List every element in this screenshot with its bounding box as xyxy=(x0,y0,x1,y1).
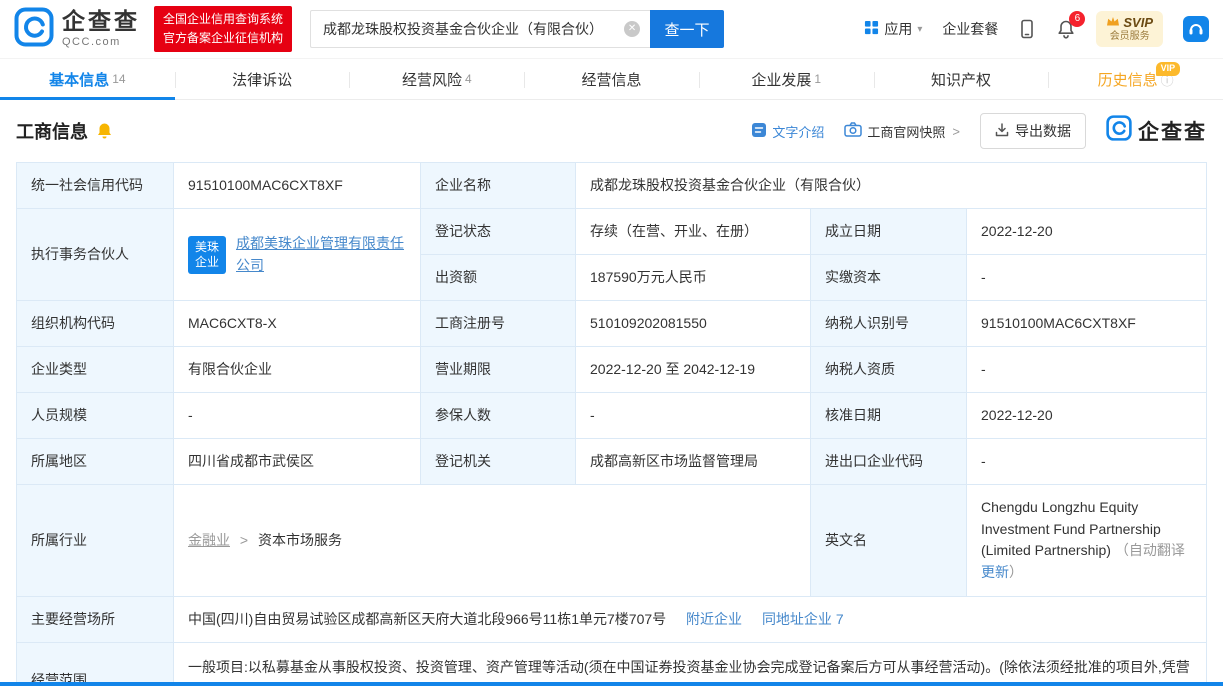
text-intro-link[interactable]: 文字介绍 xyxy=(751,122,824,141)
value-subscribed-capital: 187590万元人民币 xyxy=(576,255,811,301)
value-registration-status: 存续（在营、开业、在册） xyxy=(576,209,811,255)
label-executive-partner: 执行事务合伙人 xyxy=(17,209,174,301)
label-business-scope: 经营范围 xyxy=(17,643,174,686)
section-title: 工商信息 xyxy=(16,118,88,144)
search-bar: ✕ 查一下 xyxy=(310,10,724,48)
download-icon xyxy=(995,123,1009,140)
mobile-app-icon[interactable] xyxy=(1018,19,1036,39)
value-paid-capital: - xyxy=(967,255,1207,301)
value-company-type: 有限合伙企业 xyxy=(174,347,421,393)
business-info-table: 统一社会信用代码 91510100MAC6CXT8XF 企业名称 成都龙珠股权投… xyxy=(16,162,1207,686)
enterprise-package-link[interactable]: 企业套餐 xyxy=(942,19,998,39)
value-business-scope: 一般项目:以私募基金从事股权投资、投资管理、资产管理等活动(须在中国证券投资基金… xyxy=(174,643,1207,686)
label-industry: 所属行业 xyxy=(17,485,174,597)
clear-search-icon[interactable]: ✕ xyxy=(624,21,640,37)
tab-legal-litigation[interactable]: 法律诉讼 xyxy=(175,59,350,99)
vip-badge: VIP xyxy=(1156,62,1181,76)
value-business-address: 中国(四川)自由贸易试验区成都高新区天府大道北段966号11栋1单元7楼707号… xyxy=(174,597,1207,644)
value-credit-code: 91510100MAC6CXT8XF xyxy=(174,163,421,209)
label-registration-no: 工商注册号 xyxy=(421,301,576,347)
value-staff-size: - xyxy=(174,393,421,439)
label-registration-authority: 登记机关 xyxy=(421,439,576,485)
label-insured-count: 参保人数 xyxy=(421,393,576,439)
label-credit-code: 统一社会信用代码 xyxy=(17,163,174,209)
label-registration-status: 登记状态 xyxy=(421,209,576,255)
notifications-bell-icon[interactable]: 6 xyxy=(1056,19,1076,39)
label-business-address: 主要经营场所 xyxy=(17,597,174,644)
industry-category-link[interactable]: 金融业 xyxy=(188,532,230,548)
label-paid-capital: 实缴资本 xyxy=(811,255,967,301)
label-import-export-code: 进出口企业代码 xyxy=(811,439,967,485)
value-english-name: Chengdu Longzhu Equity Investment Fund P… xyxy=(967,485,1207,597)
tab-intellectual-property[interactable]: 知识产权 xyxy=(874,59,1049,99)
partner-company-link[interactable]: 成都美珠企业管理有限责任公司 xyxy=(236,233,406,276)
apps-menu[interactable]: 应用 ▾ xyxy=(864,19,922,39)
value-registration-no: 510109202081550 xyxy=(576,301,811,347)
apps-grid-icon xyxy=(864,20,879,38)
value-import-export-code: - xyxy=(967,439,1207,485)
label-staff-size: 人员规模 xyxy=(17,393,174,439)
tab-basic-info[interactable]: 基本信息 14 xyxy=(0,59,175,99)
nearby-companies-link[interactable]: 附近企业 xyxy=(686,611,742,627)
label-company-name: 企业名称 xyxy=(421,163,576,209)
svip-membership-badge[interactable]: SVIP 会员服务 xyxy=(1096,11,1163,48)
customer-service-icon[interactable] xyxy=(1183,16,1209,42)
value-org-code: MAC6CXT8-X xyxy=(174,301,421,347)
value-established-date: 2022-12-20 xyxy=(967,209,1207,255)
section-toolbar: 工商信息 文字介绍 工商官网快照 > 导出数据 企查查 xyxy=(0,100,1223,162)
value-insured-count: - xyxy=(576,393,811,439)
chevron-down-icon: ▾ xyxy=(917,24,922,35)
value-taxpayer-quality: - xyxy=(967,347,1207,393)
export-data-button[interactable]: 导出数据 xyxy=(980,113,1086,149)
brand-name: 企查查 xyxy=(62,10,140,33)
value-business-term: 2022-12-20 至 2042-12-19 xyxy=(576,347,811,393)
camera-icon xyxy=(844,122,862,140)
translation-update-link[interactable]: 更新 xyxy=(981,564,1009,580)
qcc-logo-icon xyxy=(14,7,54,52)
value-company-name: 成都龙珠股权投资基金合伙企业（有限合伙） xyxy=(576,163,1207,209)
label-region: 所属地区 xyxy=(17,439,174,485)
qcc-watermark-logo: 企查查 xyxy=(1106,115,1207,147)
certification-badge: 全国企业信用查询系统 官方备案企业征信机构 xyxy=(154,6,292,52)
value-region: 四川省成都市武侯区 xyxy=(174,439,421,485)
search-button[interactable]: 查一下 xyxy=(650,10,724,48)
value-executive-partner: 美珠 企业 成都美珠企业管理有限责任公司 xyxy=(174,209,421,301)
header-nav: 应用 ▾ 企业套餐 6 SVIP 会员服务 xyxy=(864,11,1209,48)
tab-business-risk[interactable]: 经营风险 4 xyxy=(349,59,524,99)
value-industry: 金融业 > 资本市场服务 xyxy=(174,485,811,597)
company-section-tabs: 基本信息 14 法律诉讼 经营风险 4 经营信息 企业发展 1 知识产权 VIP… xyxy=(0,58,1223,100)
crown-icon xyxy=(1106,15,1120,31)
label-established-date: 成立日期 xyxy=(811,209,967,255)
bottom-divider xyxy=(0,682,1223,686)
partner-company-logo[interactable]: 美珠 企业 xyxy=(188,236,226,274)
value-approval-date: 2022-12-20 xyxy=(967,393,1207,439)
tab-history-info[interactable]: VIP 历史信息 ⓘ xyxy=(1048,59,1223,99)
value-registration-authority: 成都高新区市场监督管理局 xyxy=(576,439,811,485)
tab-business-info[interactable]: 经营信息 xyxy=(524,59,699,99)
chevron-right-icon: > xyxy=(952,124,960,139)
label-taxpayer-id: 纳税人识别号 xyxy=(811,301,967,347)
subscribe-bell-icon[interactable] xyxy=(96,122,113,140)
label-english-name: 英文名 xyxy=(811,485,967,597)
tab-company-development[interactable]: 企业发展 1 xyxy=(699,59,874,99)
label-org-code: 组织机构代码 xyxy=(17,301,174,347)
label-company-type: 企业类型 xyxy=(17,347,174,393)
brand-domain: QCC.com xyxy=(62,36,140,48)
search-input[interactable] xyxy=(310,10,650,48)
label-business-term: 营业期限 xyxy=(421,347,576,393)
document-icon xyxy=(751,122,767,141)
label-taxpayer-quality: 纳税人资质 xyxy=(811,347,967,393)
qcc-logo[interactable]: 企查查 QCC.com xyxy=(14,7,140,52)
same-address-companies-link[interactable]: 同地址企业 7 xyxy=(762,611,844,627)
value-taxpayer-id: 91510100MAC6CXT8XF xyxy=(967,301,1207,347)
notification-count-badge: 6 xyxy=(1069,11,1085,27)
label-subscribed-capital: 出资额 xyxy=(421,255,576,301)
label-approval-date: 核准日期 xyxy=(811,393,967,439)
official-snapshot-link[interactable]: 工商官网快照 > xyxy=(844,122,960,141)
top-bar: 企查查 QCC.com 全国企业信用查询系统 官方备案企业征信机构 ✕ 查一下 … xyxy=(0,0,1223,58)
qcc-logo-icon xyxy=(1106,115,1132,147)
